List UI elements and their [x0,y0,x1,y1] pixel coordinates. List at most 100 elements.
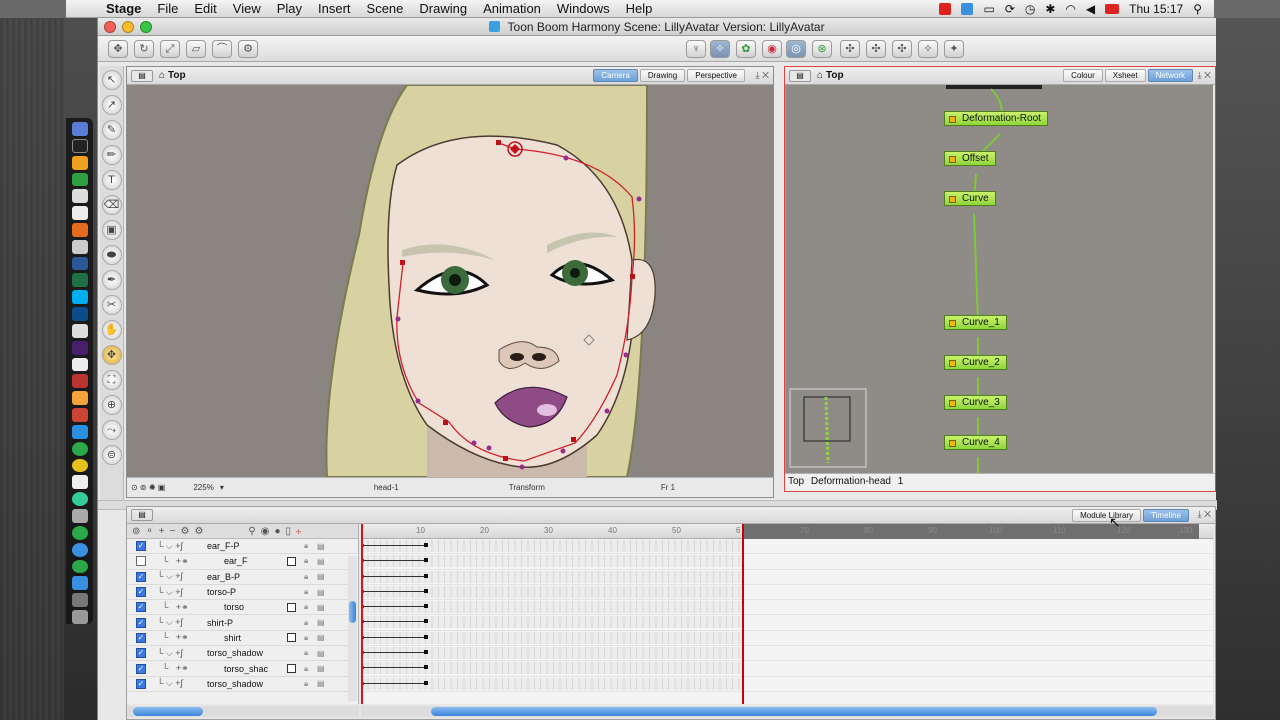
onion-skin-icon[interactable]: ⊙ ⊚ ✺ ▣ [131,483,165,492]
lock-icon[interactable]: 🔒︎ [304,541,308,551]
layer-options-icon[interactable]: ▤ [317,618,325,627]
dropper-tool-icon[interactable]: ✒ [101,270,122,290]
dock-app-icon[interactable] [71,559,88,574]
dock-app-icon[interactable] [71,408,88,422]
dock-app-icon[interactable] [71,172,88,187]
node-offset[interactable]: Offset [944,151,996,166]
node-curve[interactable]: Curve [944,191,996,206]
deform-tool-e-icon[interactable]: ✦ [944,40,964,58]
create-curve-icon[interactable]: ◉ [762,40,782,58]
tab-drawing[interactable]: Drawing [639,69,686,82]
record-icon[interactable] [939,2,952,15]
dock-help-icon[interactable] [71,323,88,338]
add-layer-icon[interactable]: + [159,526,165,537]
lock-icon[interactable]: 🔒︎ [304,664,308,674]
layer-name[interactable]: ear_B-P [207,572,240,582]
dock-documents-icon[interactable] [71,593,88,608]
menu-scene[interactable]: Scene [359,0,412,18]
dock-app-icon[interactable] [71,441,88,456]
layer-options-icon[interactable]: ▤ [317,603,325,612]
dropbox-icon[interactable] [961,2,974,15]
frame-row[interactable] [361,554,1213,570]
layer-name[interactable]: torso_shac [224,664,268,674]
dock-excel-icon[interactable] [71,273,88,288]
keyframe[interactable] [424,634,428,639]
layer-name[interactable]: torso [224,602,244,612]
dock-trash-icon[interactable] [71,610,88,624]
keyframe[interactable] [424,588,428,593]
rigging-tool-icon[interactable]: ⛶ [101,370,122,390]
close-button[interactable] [104,21,116,33]
menu-drawing[interactable]: Drawing [411,0,475,18]
node-deformation-root[interactable]: Deformation-Root [944,111,1048,126]
layer-name[interactable]: shirt [224,633,241,643]
spotlight-search-icon[interactable]: ⚲ [1193,2,1202,16]
volume-icon[interactable]: ◀ [1086,2,1095,16]
dock-premiere-icon[interactable] [71,340,88,355]
text-tool-icon[interactable]: T [101,170,122,190]
layer-enable-checkbox[interactable]: ✓ [136,648,146,659]
menu-animation[interactable]: Animation [475,0,549,18]
dock-app-icon[interactable] [71,357,88,372]
dock-app-icon[interactable] [71,475,88,490]
dock-vlc-icon[interactable] [71,155,88,170]
tab-timeline[interactable]: Timeline [1143,509,1189,522]
timeline-frames[interactable]: 10 20 30 40 50 6 70 80 90 100 110 120 13… [361,524,1213,704]
panel-close-icon[interactable]: ⤓ ✕ [1198,70,1211,81]
menu-windows[interactable]: Windows [549,0,618,18]
layer-tree-icon[interactable]: └ ⌵ +∫ [157,571,183,582]
layer-row[interactable]: ✓ └ ⌵ +∫ ear_B-P 🔒︎ ▤ [127,570,358,585]
tool-scale-icon[interactable]: ⤢ [160,40,180,58]
layer-color-box[interactable] [287,556,296,566]
dock-app-icon[interactable] [71,122,88,136]
frame-row[interactable] [361,677,1213,692]
frame-row[interactable] [361,585,1213,601]
layer-color-box[interactable] [287,633,296,643]
frame-row[interactable] [361,615,1213,631]
layer-color-box[interactable] [287,602,296,612]
layer-row[interactable]: ✓ └ ⌵ +∫ ear_F-P 🔒︎ ▤ [127,539,358,555]
keyframe[interactable] [424,543,428,547]
timeline-horizontal-scrollbar[interactable] [361,706,1213,717]
panel-close-icon[interactable]: ⤓ ✕ [756,70,769,81]
search-icon[interactable]: ⚲ [248,526,255,537]
transform-tool-icon[interactable]: ✥ [101,345,122,365]
zoom-dropdown-icon[interactable]: ▾ [220,483,224,492]
lock-icon[interactable]: 🔒︎ [304,633,308,643]
layer-enable-checkbox[interactable]: ✓ [136,602,146,613]
deform-tool-b-icon[interactable]: ✣ [866,40,886,58]
deform-rig-icon[interactable]: ♆ [686,40,706,58]
layer-link-icon[interactable]: ⚬ [145,526,153,537]
deformer-options-icon[interactable]: ⊛ [812,40,832,58]
eraser-tool-icon[interactable]: ⌫ [101,195,122,215]
dock-chrome-icon[interactable] [71,492,88,507]
zoom-level[interactable]: 225% [193,483,213,492]
tool-skew-icon[interactable]: ▱ [186,40,206,58]
layer-enable-checkbox[interactable]: ✓ [136,678,146,689]
lock-icon[interactable]: 🔒︎ [304,602,308,612]
layer-tree-icon[interactable]: └ ⌵ +∫ [157,648,183,659]
dock-app-icon[interactable] [71,542,88,557]
deform-tool-d-icon[interactable]: ✧ [918,40,938,58]
show-all-icon[interactable]: ⧾ [296,526,301,537]
battery-icon[interactable]: ▭ [983,2,994,16]
keyframe[interactable] [424,558,428,563]
dock-app-icon[interactable] [71,525,88,540]
breadcrumb-node[interactable]: Deformation-head [811,474,891,490]
layer-tree-icon[interactable]: └ ⌵ +∫ [157,678,183,689]
layer-visibility-icon[interactable]: ⊚ [132,526,140,537]
layer-row[interactable]: ✓ └ ⌵ +∫ torso_shadow 🔒︎ ▤ [127,677,358,692]
view-menu-icon[interactable]: ▤ [131,69,153,82]
layer-options-icon[interactable]: ▤ [317,557,325,566]
dock-app-icon[interactable] [71,391,88,406]
keyframe[interactable] [424,680,428,685]
deform-tool-a-icon[interactable]: ✣ [840,40,860,58]
menu-stage[interactable]: Stage [98,0,149,18]
deform-tool-c-icon[interactable]: ✣ [892,40,912,58]
layer-enable-checkbox[interactable]: ✓ [136,663,146,674]
layer-name[interactable]: torso_shadow [207,679,263,689]
frame-row[interactable] [361,570,1213,585]
shape-tool-icon[interactable]: ⬬ [101,245,122,265]
layer-row[interactable]: ✓ └ +⚭ torso 🔒︎ ▤ [127,600,358,616]
keyframe[interactable] [424,665,428,670]
